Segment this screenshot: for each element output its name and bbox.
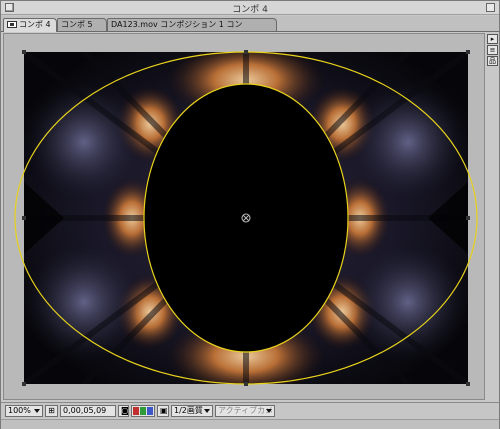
viewer-status-bar: 100% ⊞ 0,00,05,09 ◙ ▣ 1/2画質 アクティブカメ...: [1, 402, 499, 418]
composition-tabs: コンポ 4 コンポ 5 DA123.mov コンポジション 1 コン: [1, 16, 499, 32]
mask-overlay: [14, 50, 478, 386]
composition-viewer[interactable]: [3, 33, 485, 400]
handle-top-right: [466, 50, 470, 54]
active-camera-dropdown[interactable]: アクティブカメ...: [215, 405, 275, 417]
title-bar[interactable]: コンポ 4: [1, 1, 499, 15]
blue-channel-icon: [147, 407, 153, 415]
green-channel-icon: [140, 407, 146, 415]
window-title: コンポ 4: [232, 5, 268, 15]
tab-label: DA123.mov コンポジション 1 コン: [111, 20, 243, 29]
anchor-point-icon: [241, 213, 251, 223]
window-bottom-edge: [1, 419, 499, 429]
handle-right: [466, 216, 470, 220]
zoom-value: 100%: [8, 406, 31, 415]
handle-top: [244, 50, 248, 54]
tab-label: コンポ 5: [61, 20, 93, 29]
timecode-value: 0,00,05,09: [63, 406, 107, 415]
handle-bottom: [244, 382, 248, 386]
resolution-dropdown[interactable]: 1/2画質: [171, 405, 213, 417]
show-channel-button[interactable]: [131, 405, 155, 417]
magnification-dropdown[interactable]: 100%: [5, 405, 43, 417]
zoom-box-icon[interactable]: [486, 3, 495, 12]
composition-window: コンポ 4 コンポ 4 コンポ 5 DA123.mov コンポジション 1 コン…: [0, 0, 500, 429]
tab-divider: [1, 31, 499, 32]
panel-side-buttons: ▸ ≡ 品: [487, 34, 499, 67]
handle-bottom-left: [22, 382, 26, 386]
tab-da123-composition[interactable]: DA123.mov コンポジション 1 コン: [107, 18, 277, 32]
quality-value: 1/2画質: [174, 406, 203, 415]
handle-top-left: [22, 50, 26, 54]
tab-comp-5[interactable]: コンポ 5: [57, 18, 107, 32]
camera-icon[interactable]: ◙: [118, 405, 129, 417]
chevron-down-icon: [34, 409, 40, 413]
tab-label: コンポ 4: [19, 20, 51, 29]
flowchart-icon[interactable]: 品: [487, 56, 498, 66]
handle-left: [22, 216, 26, 220]
region-of-interest-icon[interactable]: ▣: [157, 405, 169, 417]
current-time-display[interactable]: 0,00,05,09: [60, 405, 116, 417]
chevron-down-icon: [266, 409, 272, 413]
tab-comp-4[interactable]: コンポ 4: [3, 18, 57, 32]
chevron-down-icon: [204, 409, 210, 413]
red-channel-icon: [133, 407, 139, 415]
panel-menu-icon[interactable]: ≡: [487, 45, 498, 55]
safe-zones-icon[interactable]: ⊞: [45, 405, 58, 417]
expand-arrow-icon[interactable]: ▸: [487, 34, 498, 44]
handle-bottom-right: [466, 382, 470, 386]
composition-icon: [7, 21, 17, 28]
